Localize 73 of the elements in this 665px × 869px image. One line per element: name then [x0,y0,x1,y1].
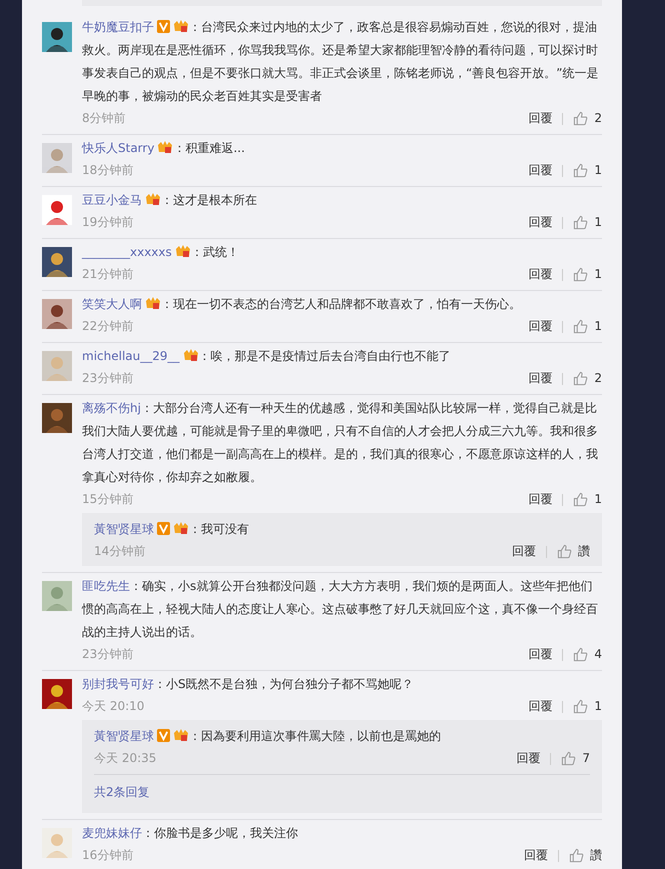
thumbs-up-icon[interactable] [573,492,588,507]
comment-text: 快乐人Starry ：积重难返... [82,139,246,157]
thumbs-up-icon[interactable] [573,163,588,178]
reply-link[interactable]: 回覆 [524,845,548,866]
like-count: 1 [594,318,602,335]
comment-text: ________xxxxxs ：武统！ [82,243,240,261]
thumbs-up-icon[interactable] [573,267,588,282]
reply-link[interactable]: 回覆 [512,541,536,562]
reply-link[interactable]: 回覆 [528,160,552,181]
thumbs-up-icon[interactable] [573,319,588,334]
like-count: 1 [594,698,602,715]
timestamp: 15分钟前 [82,491,134,508]
user-name-link[interactable]: 黃智贤星球 [94,522,154,536]
thumbs-up-icon[interactable] [573,647,588,662]
comment-text: 离殇不伤hj：大部分台湾人还有一种天生的优越感，觉得和美国站队比较屌一样，觉得自己就是比我们大陆人要优越，可能就是骨子里的卑微吧，只有不自信的人才会把人分成三六九等。我和很多台湾人打交道，他们都是一副高高在上的模样。是的，我们真的很寒心，不愿意原谅这样的人，我拿真心对待你，你却弃之如敝履。 [82,400,599,486]
user-name-link[interactable]: ________xxxxxs [82,245,172,259]
timestamp: 23分钟前 [82,646,134,663]
reply-link[interactable]: 回覆 [528,489,552,510]
reply-link[interactable]: 回覆 [528,264,552,285]
like-count: 讚 [578,543,590,560]
timestamp: 19分钟前 [82,214,134,231]
comment-text: 豆豆小金马 ：这才是根本所在 [82,191,258,209]
reply-text: 黃智贤星球 ：因為要利用這次事件罵大陸，以前也是罵她的 [94,727,442,745]
user-name-link[interactable]: 豆豆小金马 [82,193,142,207]
comment-text: 别封我号可好：小S既然不是台独，为何台独分子都不骂她呢？ [82,676,415,693]
timestamp: 今天 20:10 [82,698,144,715]
comment-text: 麦兜妹妹仔：你脸书是多少呢，我关注你 [82,825,299,842]
reply-link[interactable]: 回覆 [528,644,552,665]
like-count: 讚 [590,847,602,864]
user-name-link[interactable]: 匪吃先生 [82,579,130,593]
thumbs-up-icon[interactable] [573,215,588,230]
thumbs-up-icon[interactable] [561,751,576,766]
like-count: 4 [594,646,602,663]
reply-link[interactable]: 回覆 [528,316,552,337]
user-name-link[interactable]: 离殇不伤hj [82,401,141,415]
like-count: 1 [594,491,602,508]
reply-link[interactable]: 回覆 [528,696,552,717]
timestamp: 21分钟前 [82,266,134,283]
more-replies-link[interactable]: 共2条回复 [94,785,150,799]
comment-text: 笑笑大人啊 ：现在一切不表态的台湾艺人和品牌都不敢喜欢了，怕有一天伤心。 [82,295,522,313]
timestamp: 16分钟前 [82,847,134,864]
reply-link[interactable]: 回覆 [528,368,552,389]
like-count: 1 [594,162,602,179]
comment-text: 匪吃先生：确实，小s就算公开台独都没问题，大大方方表明，我们烦的是两面人。这些年把他们惯的高高在上，轻视大陆人的态度让人寒心。这点破事憋了好几天就回应个这，真不像一个身经百战的主持人说出的话。 [82,578,599,641]
comment-text: michellau__29__ ：唉，那是不是疫情过后去台湾自由行也不能了 [82,347,452,365]
user-name-link[interactable]: 麦兜妹妹仔 [82,826,142,840]
reply-text: 黃智贤星球 ：我可没有 [94,520,250,538]
thumbs-up-icon[interactable] [573,699,588,714]
thumbs-up-icon[interactable] [557,544,572,559]
like-count: 2 [594,370,602,387]
timestamp: 23分钟前 [82,370,134,387]
reply-link[interactable]: 回覆 [528,108,552,129]
comment-text: 牛奶魔豆扣子 ：台湾民众来过内地的太少了，政客总是很容易煽动百姓，您说的很对，提油救火。两岸现在是恶性循环，你骂我我骂你。还是希望大家都能理智冷静的看待问题，可以探讨时事发表自己的观点，但是不要张口就大骂。非正式会谈里，陈铭老师说，“善良包容开放。”统一是早晚的事，被煽动的民众老百姓其实是受害者 [82,18,600,105]
reply-link[interactable]: 回覆 [528,212,552,233]
timestamp: 14分钟前 [94,543,146,560]
like-count: 1 [594,214,602,231]
timestamp: 今天 20:35 [94,750,156,767]
user-name-link[interactable]: 快乐人Starry [82,141,154,155]
user-name-link[interactable]: 黃智贤星球 [94,729,154,743]
user-name-link[interactable]: 笑笑大人啊 [82,297,142,311]
user-name-link[interactable]: michellau__29__ [82,349,180,363]
timestamp: 8分钟前 [82,110,126,127]
reply-link[interactable]: 回覆 [516,748,540,769]
like-count: 1 [594,266,602,283]
timestamp: 18分钟前 [82,162,134,179]
thumbs-up-icon[interactable] [569,848,584,863]
timestamp: 22分钟前 [82,318,134,335]
like-count: 2 [594,110,602,127]
like-count: 7 [582,750,590,767]
user-name-link[interactable]: 牛奶魔豆扣子 [82,20,154,34]
user-name-link[interactable]: 别封我号可好 [82,677,154,691]
thumbs-up-icon[interactable] [573,371,588,386]
thumbs-up-icon[interactable] [573,111,588,126]
